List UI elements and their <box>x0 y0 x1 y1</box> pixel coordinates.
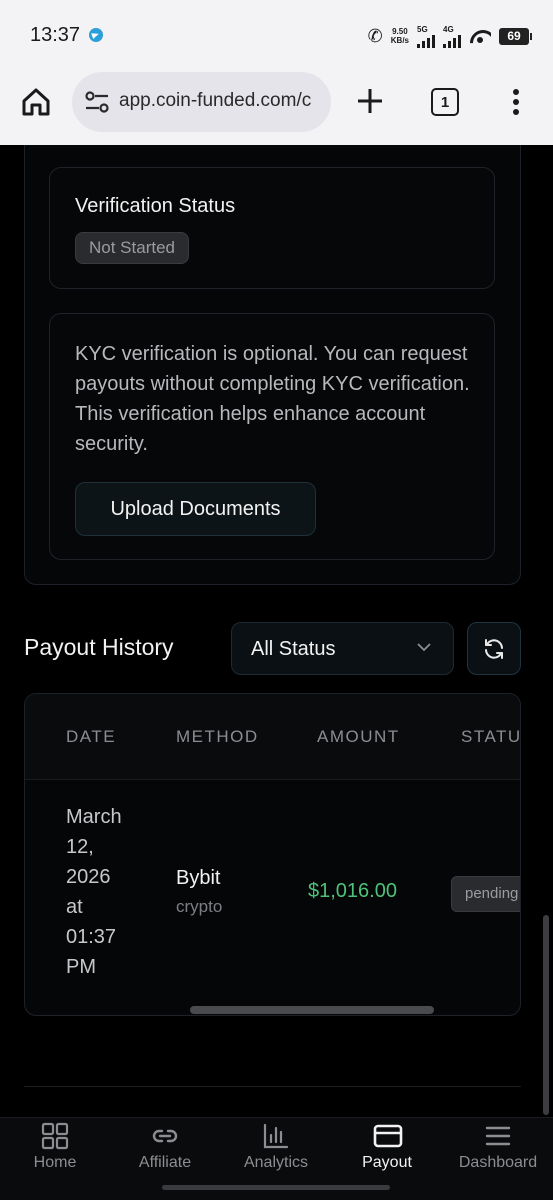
nav-analytics-label: Analytics <box>243 1154 309 1171</box>
status-icons: ✆ 9.50 KB/s 5G 4G 69 <box>367 24 532 48</box>
nav-analytics[interactable]: Analytics <box>221 1118 331 1178</box>
bottom-navigation: Home Affiliate Analytics Payout Dashboar… <box>0 1117 553 1200</box>
nav-dashboard-label: Dashboard <box>458 1154 538 1171</box>
payout-table: DATE METHOD AMOUNT STATUS March 12, 2026… <box>24 693 521 1016</box>
verification-status-card: Verification Status Not Started <box>49 167 495 289</box>
payout-status-badge: pending <box>451 876 520 912</box>
address-bar[interactable]: app.coin-funded.com/c <box>72 72 331 132</box>
site-settings-icon[interactable] <box>84 90 110 114</box>
status-time: 13:37 <box>30 24 81 46</box>
credit-card-icon <box>373 1124 403 1148</box>
section-divider <box>24 1086 521 1087</box>
speed-value: 9.50 <box>392 27 408 36</box>
new-tab-icon[interactable] <box>356 87 384 115</box>
wifi-icon <box>469 28 491 44</box>
vertical-scrollbar[interactable] <box>543 915 549 1115</box>
nav-payout[interactable]: Payout <box>332 1118 442 1178</box>
column-date: DATE <box>66 727 117 746</box>
home-icon[interactable] <box>20 86 52 118</box>
speed-unit: KB/s <box>390 36 409 45</box>
refresh-icon <box>485 638 503 659</box>
column-status: STATUS <box>461 727 521 746</box>
refresh-button[interactable] <box>467 622 521 675</box>
chevron-down-icon <box>417 643 431 652</box>
nav-affiliate[interactable]: Affiliate <box>110 1118 220 1178</box>
signal-5g: 5G <box>417 25 435 48</box>
status-filter-select[interactable]: All Status <box>231 622 454 675</box>
payout-amount: $1,016.00 <box>308 880 397 902</box>
status-filter-value: All Status <box>251 638 336 660</box>
table-header: DATE METHOD AMOUNT STATUS <box>25 694 520 780</box>
signal-bars-icon <box>443 34 461 48</box>
kyc-message: KYC verification is optional. You can re… <box>75 343 470 455</box>
menu-icon <box>485 1126 511 1146</box>
payout-method-type: crypto <box>176 897 223 916</box>
nav-payout-label: Payout <box>362 1154 412 1171</box>
gesture-bar[interactable] <box>162 1185 390 1190</box>
browser-toolbar: app.coin-funded.com/c 1 <box>0 70 553 145</box>
telegram-icon <box>89 28 103 42</box>
signal-bars-icon <box>417 34 435 48</box>
column-amount: AMOUNT <box>317 727 400 746</box>
date-part: PM <box>66 956 96 978</box>
signal-4g: 4G <box>443 25 461 48</box>
horizontal-scrollbar[interactable] <box>190 1006 434 1014</box>
net1-label: 5G <box>417 24 428 34</box>
column-method: METHOD <box>176 727 259 746</box>
page-content: Verification Status Not Started KYC veri… <box>0 145 553 1117</box>
date-part: 01:37 <box>66 926 117 948</box>
tab-switcher-button[interactable]: 1 <box>431 88 459 116</box>
date-part: at <box>66 896 83 918</box>
payout-method: Bybit <box>176 867 221 889</box>
date-part: 2026 <box>66 866 111 888</box>
verification-status-title: Verification Status <box>75 195 236 217</box>
wifi-call-icon: ✆ <box>367 25 383 46</box>
payout-history-title: Payout History <box>24 634 174 660</box>
nav-home-label: Home <box>33 1154 77 1171</box>
grid-icon <box>41 1122 69 1150</box>
url-text: app.coin-funded.com/c <box>119 90 312 111</box>
network-speed: 9.50 KB/s <box>391 27 409 45</box>
net2-label: 4G <box>443 24 454 34</box>
kyc-info-card: KYC verification is optional. You can re… <box>49 313 495 560</box>
link-icon <box>152 1129 178 1143</box>
nav-home[interactable]: Home <box>0 1118 110 1178</box>
status-badge: Not Started <box>75 232 189 264</box>
date-part: 12, <box>66 836 94 858</box>
battery-icon: 69 <box>499 27 532 45</box>
payout-date: March 12, 2026 at 01:37 PM <box>66 802 146 982</box>
nav-affiliate-label: Affiliate <box>138 1154 192 1171</box>
bar-chart-icon <box>263 1123 289 1149</box>
date-part: March <box>66 806 122 828</box>
status-bar: 13:37 ✆ 9.50 KB/s 5G 4G 69 <box>0 0 553 70</box>
upload-documents-button[interactable]: Upload Documents <box>75 482 316 536</box>
more-options-icon[interactable] <box>508 88 524 116</box>
nav-dashboard[interactable]: Dashboard <box>443 1118 553 1178</box>
